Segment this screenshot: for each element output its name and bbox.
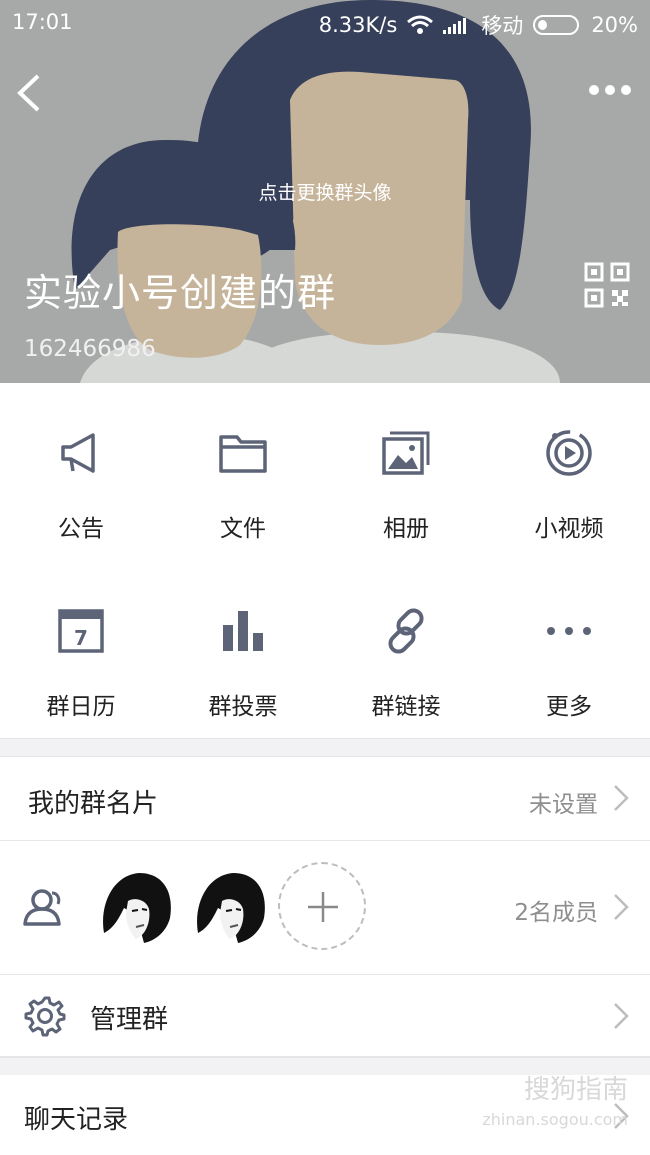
feature-album[interactable]: 相册	[325, 383, 487, 553]
more-icon	[547, 627, 591, 635]
member-portrait-image	[188, 863, 274, 949]
watermark-text: 搜狗指南	[523, 1075, 628, 1105]
my-group-card-value: 未设置	[529, 792, 598, 818]
watermark-url: zhinan.sogou.com	[482, 1110, 628, 1129]
group-name: 实验小号创建的群	[24, 271, 337, 315]
plus-icon	[308, 892, 338, 922]
manage-group-title: 管理群	[90, 1005, 169, 1035]
network-speed: 8.33K/s	[318, 13, 398, 37]
members-row[interactable]: 2名成员	[0, 841, 650, 975]
feature-label: 群日历	[46, 694, 116, 720]
megaphone-icon	[61, 433, 95, 473]
feature-announcement[interactable]: 公告	[0, 383, 162, 553]
group-id: 162466986	[24, 336, 156, 362]
member-count: 2名成员	[514, 900, 598, 926]
qr-code-icon[interactable]	[584, 262, 630, 308]
feature-label: 更多	[546, 694, 592, 720]
change-avatar-tip[interactable]: 点击更换群头像	[0, 178, 650, 205]
calendar-icon: 7	[58, 609, 104, 653]
group-header[interactable]: 17:01 8.33K/s 移动 20% 点击更换群头像 实验小号创建的群 16…	[0, 0, 650, 383]
wifi-icon	[407, 15, 434, 34]
status-bar: 17:01 8.33K/s 移动 20%	[0, 0, 650, 46]
my-group-card-title: 我的群名片	[28, 789, 159, 819]
album-icon	[382, 431, 430, 475]
more-options-icon[interactable]	[588, 80, 632, 100]
members-icon	[23, 889, 61, 926]
feature-grid: 公告 文件 相册 小视频 7 群日历 群投票 群链接 更多	[0, 383, 650, 738]
manage-group-row[interactable]: 管理群	[0, 975, 650, 1057]
watermark: 搜狗指南 zhinan.sogou.com	[482, 1075, 628, 1135]
member-avatar[interactable]	[94, 863, 180, 949]
video-icon	[546, 430, 592, 476]
back-arrow-icon[interactable]	[14, 72, 44, 114]
feature-label: 公告	[58, 516, 104, 542]
battery-icon	[533, 15, 580, 35]
gear-icon	[24, 996, 66, 1037]
member-avatar[interactable]	[188, 863, 274, 949]
link-icon	[388, 608, 424, 654]
feature-vote[interactable]: 群投票	[162, 561, 324, 731]
chevron-right-icon	[614, 894, 629, 920]
feature-label: 群链接	[371, 694, 441, 720]
chevron-right-icon	[614, 1003, 629, 1029]
feature-label: 群投票	[208, 694, 278, 720]
feature-label: 相册	[383, 516, 429, 542]
feature-link[interactable]: 群链接	[325, 561, 487, 731]
my-group-card-row[interactable]: 我的群名片 未设置	[0, 757, 650, 841]
feature-files[interactable]: 文件	[162, 383, 324, 553]
section-divider	[0, 738, 650, 757]
feature-label: 小视频	[534, 516, 604, 542]
carrier-label: 移动	[481, 14, 524, 38]
add-member-button[interactable]	[278, 862, 366, 950]
feature-label: 文件	[220, 516, 266, 542]
feature-calendar[interactable]: 7 群日历	[0, 561, 162, 731]
member-portrait-image	[94, 863, 180, 949]
signal-icon	[443, 18, 467, 34]
chat-history-title: 聊天记录	[24, 1105, 129, 1135]
feature-more[interactable]: 更多	[488, 561, 650, 731]
status-time: 17:01	[12, 10, 73, 34]
vote-chart-icon	[223, 611, 263, 651]
chevron-right-icon	[614, 785, 629, 811]
folder-icon	[219, 435, 267, 473]
section-divider	[0, 1057, 650, 1076]
feature-short-video[interactable]: 小视频	[488, 383, 650, 553]
battery-percent: 20%	[591, 13, 638, 37]
calendar-day: 7	[74, 626, 88, 650]
